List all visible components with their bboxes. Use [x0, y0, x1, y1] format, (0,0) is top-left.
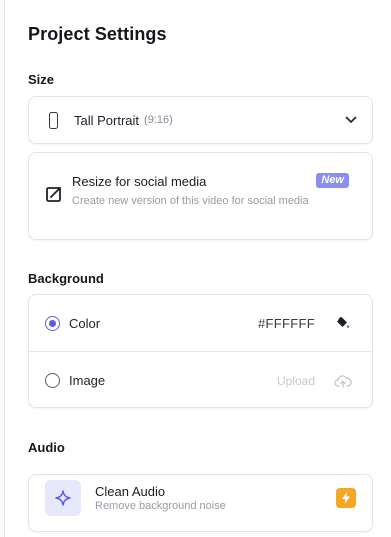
clean-audio-card[interactable]: Clean Audio Remove background noise	[28, 474, 373, 532]
resize-arrow-icon	[45, 186, 62, 203]
paint-bucket-icon[interactable]	[336, 316, 350, 330]
color-option-label: Color	[69, 315, 101, 331]
image-option-label: Image	[69, 373, 106, 388]
clean-audio-description: Remove background noise	[95, 500, 226, 512]
sparkle-icon	[45, 480, 81, 516]
resize-card-title: Resize for social media	[72, 174, 207, 189]
background-section-label: Background	[28, 271, 104, 286]
size-dropdown-value: Tall Portrait	[74, 112, 140, 128]
color-hex-value[interactable]: #FFFFFF	[258, 316, 315, 331]
background-options-card: Color #FFFFFF Image Upload	[28, 294, 373, 408]
page-title: Project Settings	[28, 24, 167, 44]
size-section-label: Size	[28, 72, 55, 87]
image-radio[interactable]	[45, 373, 60, 388]
lightning-icon	[336, 488, 356, 508]
background-option-image[interactable]: Image Upload	[29, 352, 372, 409]
background-option-color[interactable]: Color #FFFFFF	[29, 295, 372, 352]
clean-audio-title: Clean Audio	[95, 484, 166, 499]
cloud-upload-icon[interactable]	[334, 374, 352, 388]
panel-left-border	[0, 0, 5, 537]
phone-portrait-icon	[49, 111, 58, 129]
resize-for-social-card[interactable]: Resize for social media Create new versi…	[28, 152, 373, 240]
size-dropdown[interactable]: Tall Portrait (9:16)	[28, 96, 373, 144]
upload-link[interactable]: Upload	[277, 374, 315, 388]
new-badge: New	[316, 173, 349, 188]
color-radio[interactable]	[45, 315, 60, 331]
resize-card-description: Create new version of this video for soc…	[72, 195, 309, 207]
audio-section-label: Audio	[28, 440, 65, 455]
size-dropdown-ratio: (9:16)	[144, 114, 173, 126]
chevron-down-icon	[344, 113, 358, 127]
